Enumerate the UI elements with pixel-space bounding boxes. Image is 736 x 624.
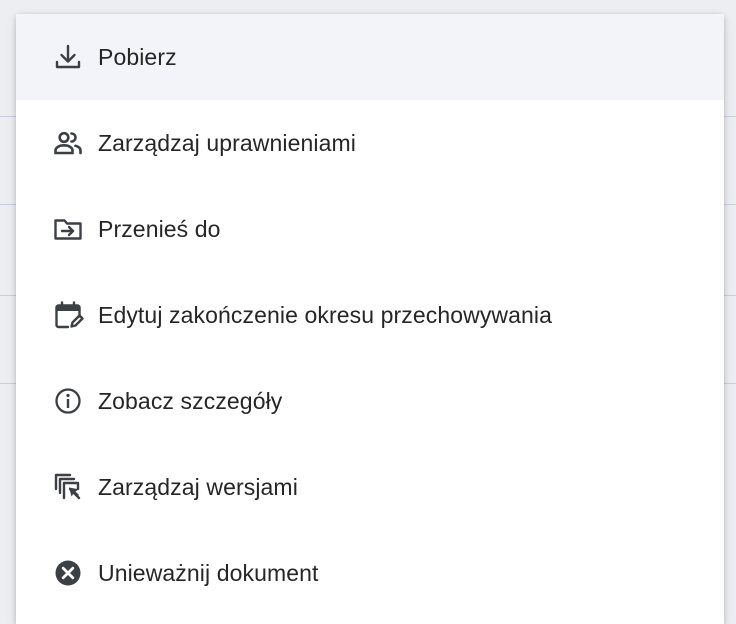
menu-item-label: Zarządzaj uprawnieniami [98, 129, 356, 156]
calendar-edit-icon [52, 299, 84, 331]
info-icon [52, 385, 84, 417]
versions-icon [52, 471, 84, 503]
background-divider [724, 295, 736, 296]
menu-item-label: Edytuj zakończenie okresu przechowywania [98, 301, 553, 328]
menu-item-label: Unieważnij dokument [98, 559, 319, 586]
move-to-folder-icon [52, 213, 84, 245]
people-icon [52, 127, 84, 159]
menu-item-invalidate-document[interactable]: Unieważnij dokument [16, 530, 724, 616]
menu-item-label: Zarządzaj wersjami [98, 473, 298, 500]
menu-item-label: Przenieś do [98, 215, 221, 242]
menu-item-manage-versions[interactable]: Zarządzaj wersjami [16, 444, 724, 530]
background-divider [724, 204, 736, 205]
menu-item-label: Pobierz [98, 43, 177, 70]
menu-item-edit-retention-end[interactable]: Edytuj zakończenie okresu przechowywania [16, 272, 724, 358]
menu-item-view-details[interactable]: Zobacz szczegóły [16, 358, 724, 444]
download-icon [52, 41, 84, 73]
menu-item-manage-permissions[interactable]: Zarządzaj uprawnieniami [16, 100, 724, 186]
background-divider [724, 383, 736, 384]
menu-item-download[interactable]: Pobierz [16, 14, 724, 100]
menu-item-label: Zobacz szczegóły [98, 387, 283, 414]
menu-item-move-to[interactable]: Przenieś do [16, 186, 724, 272]
cancel-circle-icon [52, 557, 84, 589]
context-menu: Pobierz Zarządzaj uprawnieniami Przenieś… [16, 14, 724, 624]
background-divider [724, 116, 736, 117]
